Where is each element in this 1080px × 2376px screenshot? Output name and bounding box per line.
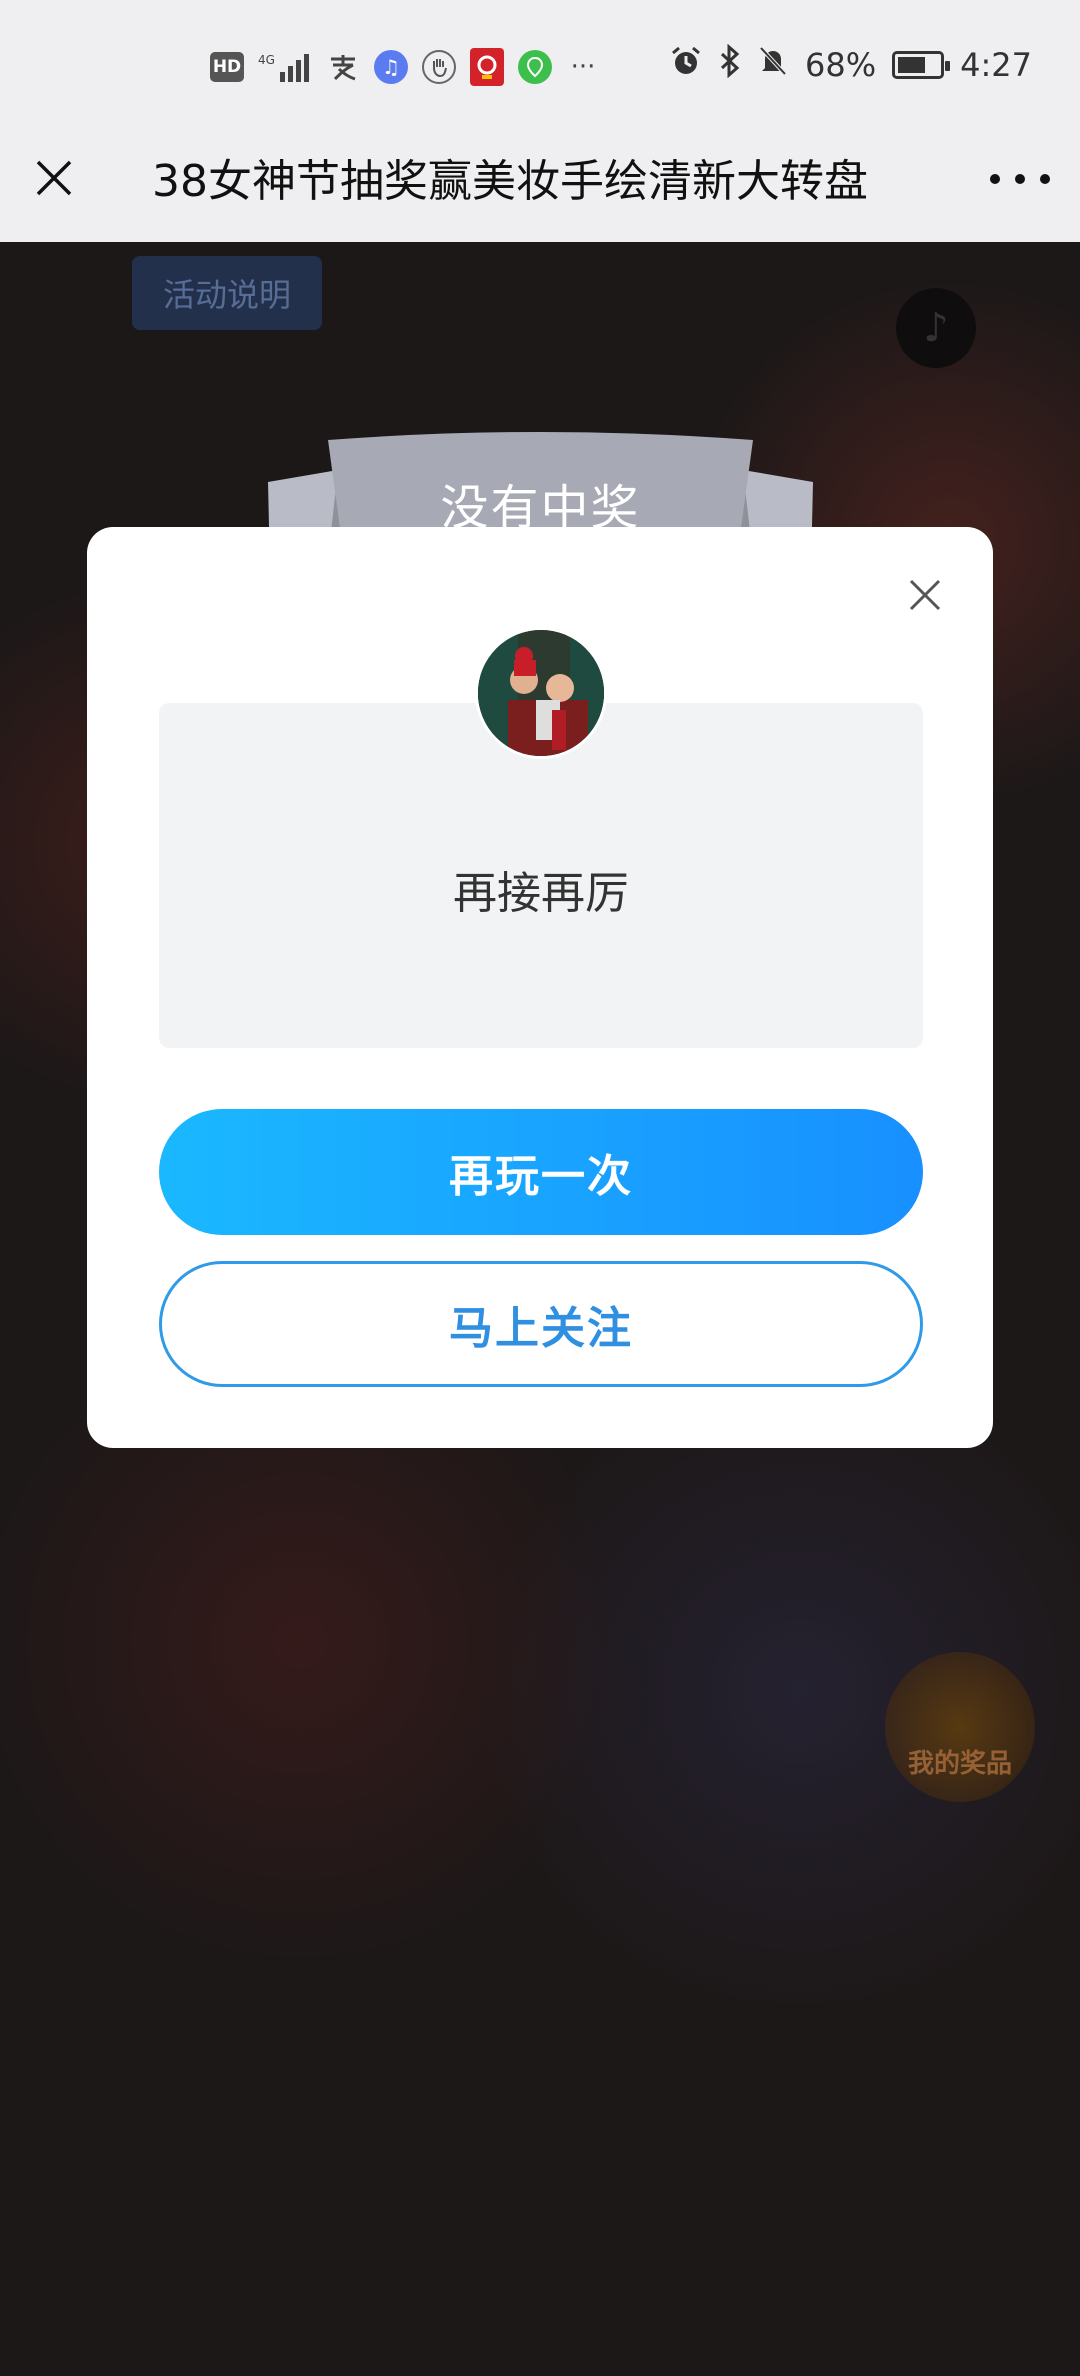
music-icon: ♪ bbox=[896, 288, 976, 368]
status-bar-left-icons: HD 4G ♫ ··· bbox=[210, 48, 600, 86]
more-dots-icon: ··· bbox=[570, 52, 596, 82]
page-title: 38女神节抽奖赢美妆手绘清新大转盘 bbox=[152, 156, 868, 207]
play-again-button[interactable]: 再玩一次 bbox=[159, 1109, 923, 1235]
mute-bell-icon bbox=[757, 44, 789, 86]
hand-app-icon bbox=[422, 50, 456, 84]
clock: 4:27 bbox=[960, 46, 1032, 84]
dialog-close-icon[interactable] bbox=[907, 577, 943, 613]
result-dialog: 再接再厉 再玩一次 马上关注 bbox=[87, 527, 993, 1448]
status-bar: HD 4G ♫ ··· 68% 4:27 bbox=[0, 0, 1080, 130]
battery-icon bbox=[892, 51, 951, 79]
bluetooth-icon bbox=[719, 43, 741, 86]
music-app-icon: ♫ bbox=[374, 50, 408, 84]
nav-bar: 38女神节抽奖赢美妆手绘清新大转盘 bbox=[0, 130, 1080, 242]
my-prize-button: 我的奖品 bbox=[885, 1652, 1035, 1802]
result-message: 再接再厉 bbox=[453, 868, 629, 919]
status-bar-right: 68% 4:27 bbox=[669, 43, 1032, 86]
payment-app-icon bbox=[326, 50, 360, 84]
alarm-icon bbox=[669, 44, 703, 86]
activity-rules-button: 活动说明 bbox=[132, 256, 322, 330]
svg-text:4G: 4G bbox=[258, 53, 275, 67]
avatar bbox=[475, 627, 607, 759]
follow-button[interactable]: 马上关注 bbox=[159, 1261, 923, 1387]
signal-4g-icon: 4G bbox=[258, 50, 312, 84]
badge-app-icon bbox=[470, 48, 504, 86]
more-options-icon[interactable] bbox=[990, 164, 1050, 194]
map-app-icon bbox=[518, 50, 552, 84]
hd-icon: HD bbox=[210, 52, 244, 82]
battery-percent: 68% bbox=[805, 46, 877, 84]
close-icon[interactable] bbox=[32, 156, 76, 200]
